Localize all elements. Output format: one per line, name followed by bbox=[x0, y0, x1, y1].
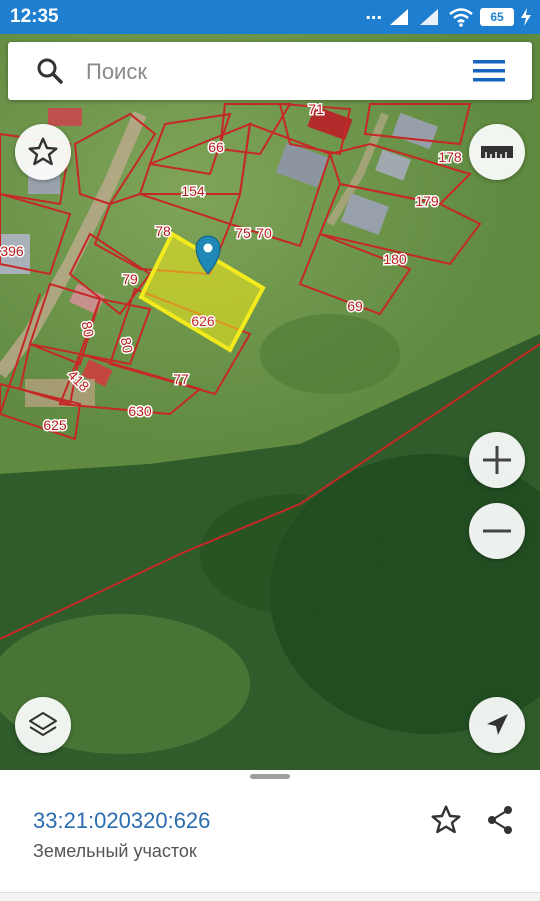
parcel-label[interactable]: 154 bbox=[180, 182, 207, 201]
parcel-label[interactable]: 77 bbox=[172, 370, 191, 389]
parcel-label[interactable]: 626 bbox=[190, 312, 217, 331]
parcel-label[interactable]: 178 bbox=[437, 148, 464, 167]
status-icons: ... 65 bbox=[365, 1, 532, 29]
signal-icon-2 bbox=[420, 9, 438, 25]
star-icon[interactable] bbox=[430, 804, 462, 836]
satellite-map[interactable]: 667117815417978 75 7039679180626698080418 7… bbox=[0, 34, 540, 770]
parcel-label[interactable]: 396 bbox=[0, 242, 25, 261]
parcel-label[interactable]: 70 bbox=[255, 224, 274, 243]
parcel-label[interactable]: 630 bbox=[127, 402, 154, 421]
locate-button[interactable] bbox=[469, 697, 525, 753]
wifi-icon bbox=[449, 8, 473, 27]
parcel-label[interactable]: 79 bbox=[121, 270, 140, 289]
parcel-label[interactable]: 66 bbox=[207, 138, 226, 157]
battery-indicator: 65 bbox=[480, 8, 514, 26]
layers-button[interactable] bbox=[15, 697, 71, 753]
parcel-label[interactable]: 80 bbox=[116, 335, 137, 356]
plus-icon bbox=[483, 446, 511, 474]
parcel-label[interactable]: 69 bbox=[346, 297, 365, 316]
share-icon[interactable] bbox=[486, 805, 514, 835]
minus-icon bbox=[483, 529, 511, 533]
zoom-out-button[interactable] bbox=[469, 503, 525, 559]
map-view[interactable]: 66 71 178 154 179 78 75 70 396 79 180 626 69 80 80 418 7… bbox=[0, 34, 540, 770]
search-bar bbox=[8, 42, 532, 100]
navigation-arrow-icon bbox=[487, 714, 508, 735]
tree-cluster-2 bbox=[260, 314, 400, 394]
menu-icon[interactable] bbox=[471, 57, 507, 85]
ruler-button[interactable] bbox=[469, 124, 525, 180]
more-dots: ... bbox=[365, 1, 382, 24]
parcel-label[interactable]: 80 bbox=[77, 319, 98, 340]
star-icon bbox=[28, 137, 58, 166]
parcel-label[interactable]: 180 bbox=[382, 250, 409, 269]
signal-icon bbox=[390, 9, 408, 25]
favorite-map-button[interactable] bbox=[15, 124, 71, 180]
search-input[interactable] bbox=[84, 56, 448, 88]
parcel-label[interactable]: 625 bbox=[42, 416, 69, 435]
charging-icon bbox=[521, 8, 531, 26]
building bbox=[48, 108, 82, 126]
zoom-in-button[interactable] bbox=[469, 432, 525, 488]
parcel-type-label: Земельный участок bbox=[33, 841, 197, 861]
ruler-icon bbox=[481, 146, 513, 158]
sheet-drag-handle[interactable] bbox=[250, 774, 290, 779]
parcel-label[interactable]: 78 bbox=[154, 222, 173, 241]
parcel-label[interactable]: 75 bbox=[234, 224, 253, 243]
layers-icon bbox=[29, 712, 57, 736]
cadastral-number: 33:21:020320:626 bbox=[33, 808, 211, 833]
status-time: 12:35 bbox=[10, 6, 59, 27]
search-icon[interactable] bbox=[36, 57, 64, 85]
parcel-label[interactable]: 179 bbox=[414, 192, 441, 211]
parcel-label[interactable]: 71 bbox=[307, 100, 326, 119]
tree-cluster bbox=[200, 494, 380, 614]
status-bar: 12:35 ... 65 bbox=[0, 0, 540, 34]
